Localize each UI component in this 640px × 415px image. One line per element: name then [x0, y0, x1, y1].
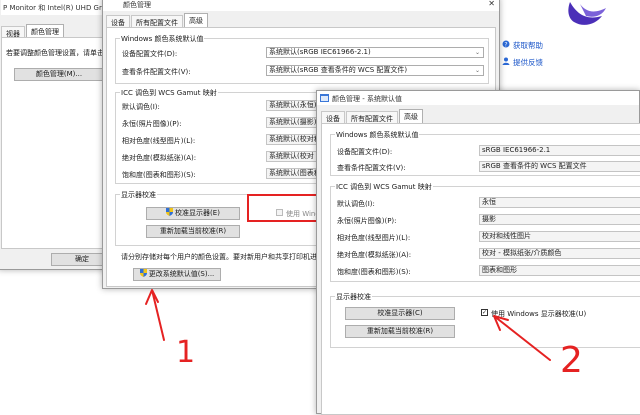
annotation-mark-2: 2	[560, 340, 583, 381]
annotation-overlay: 1 2	[145, 289, 583, 381]
annotation-mark-1: 1	[176, 335, 195, 370]
annotation-arrow-1	[145, 289, 165, 341]
annotation-arrow-2	[493, 315, 551, 361]
